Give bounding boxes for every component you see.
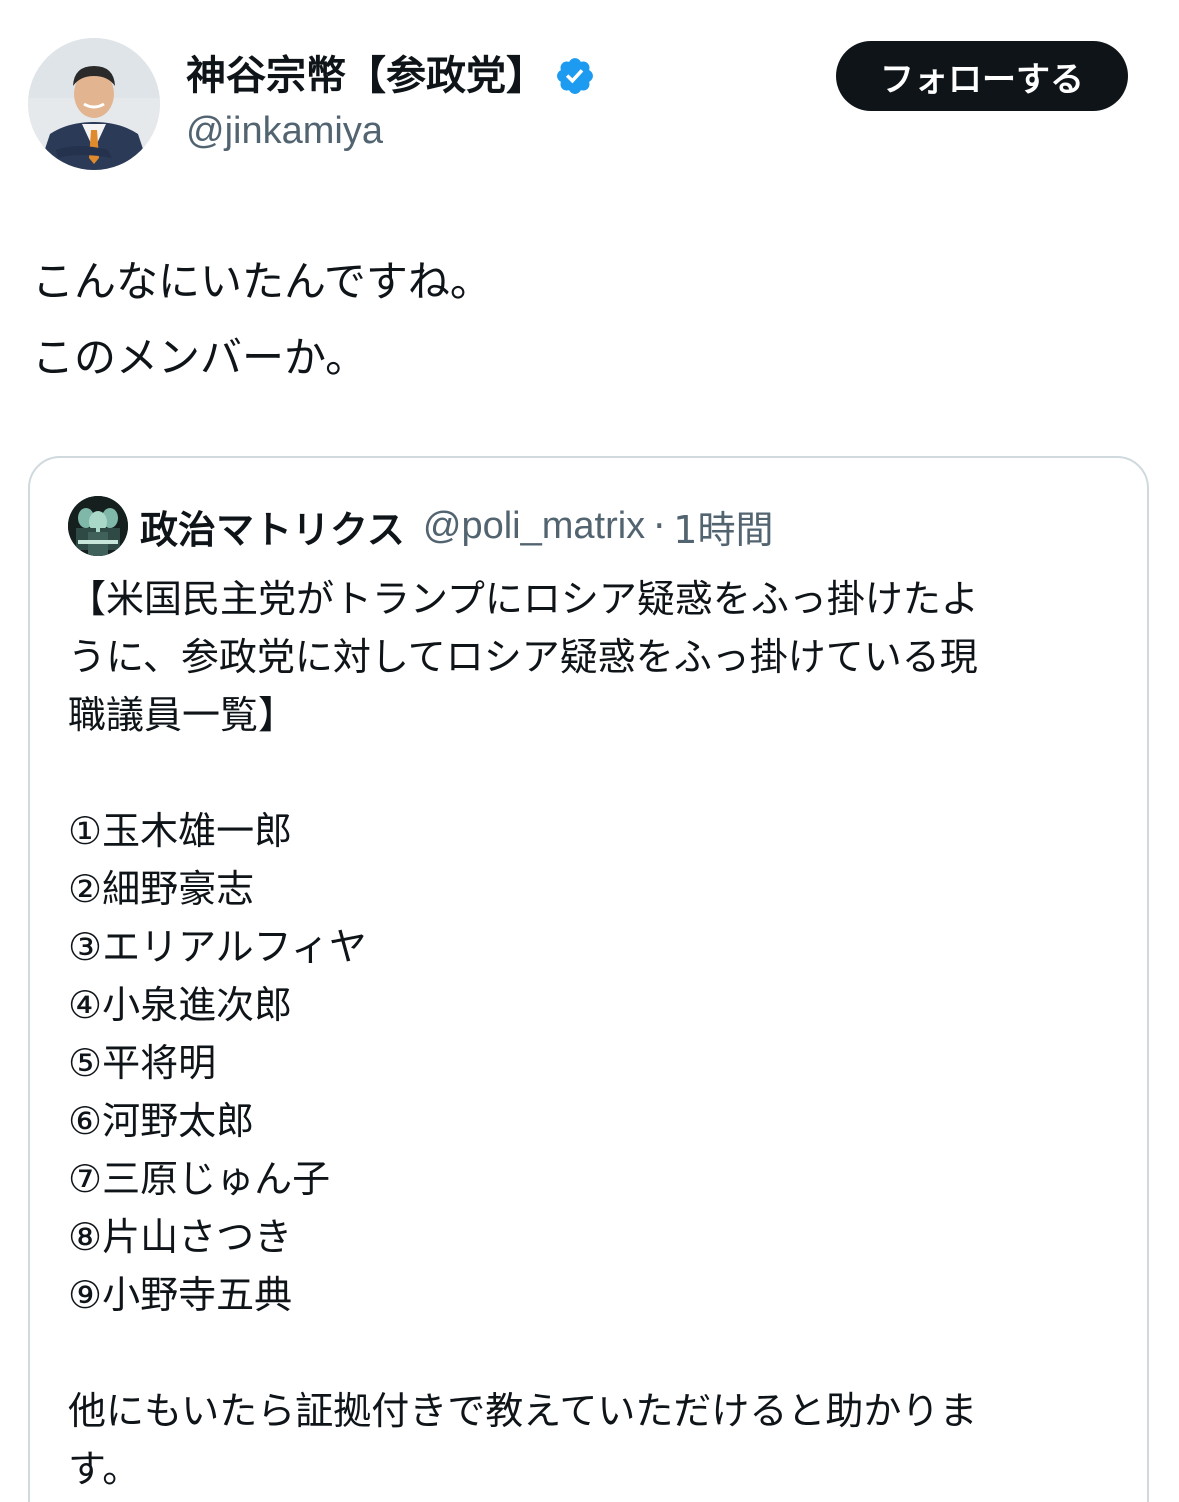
verified-badge-icon[interactable] (554, 55, 596, 97)
quote-author-handle[interactable]: @poli_matrix (423, 505, 645, 548)
member-list-item: ⑦三原じゅん子 (68, 1157, 331, 1201)
member-list-item: ⑥河野太郎 (68, 1099, 255, 1143)
member-list-item: ⑨小野寺五典 (68, 1273, 293, 1317)
member-list-item: ②細野豪志 (68, 867, 255, 911)
profile-photo-icon (28, 38, 160, 170)
quote-closing-line: す。 (68, 1447, 141, 1491)
tweet-text-line: このメンバーか。 (32, 333, 368, 382)
quote-heading-line: 【米国民主党がトランプにロシア疑惑をふっ掛けたよ (68, 577, 979, 621)
member-list-item: ⑤平将明 (68, 1041, 217, 1085)
quote-timestamp[interactable]: 1時間 (673, 499, 773, 554)
quoted-tweet-card[interactable]: 政治マトリクス @poli_matrix · 1時間 【米国民主党がトランプにロ… (28, 456, 1149, 1502)
matrix-avatar-icon (68, 496, 128, 556)
tweet-page: 神谷宗幣【参政党】 @jinkamiya フォローする こんなにいたんですね。 … (0, 0, 1179, 1502)
member-list-item: ⑧片山さつき (68, 1215, 293, 1259)
quote-closing-line: 他にもいたら証拠付きで教えていただけると助かりま (68, 1389, 978, 1433)
member-list-item: ①玉木雄一郎 (68, 809, 293, 853)
tweet-text: こんなにいたんですね。 このメンバーか。 (32, 244, 492, 396)
quote-body: 【米国民主党がトランプにロシア疑惑をふっ掛けたよ うに、参政党に対してロシア疑惑… (68, 570, 1098, 1498)
follow-button[interactable]: フォローする (836, 41, 1128, 111)
quote-author-name[interactable]: 政治マトリクス (140, 499, 405, 554)
member-list-item: ④小泉進次郎 (68, 983, 293, 1027)
separator-dot: · (653, 504, 666, 548)
member-list-item: ③エリアルフィヤ (68, 925, 367, 969)
author-name[interactable]: 神谷宗幣【参政党】 (186, 48, 546, 104)
tweet-text-line: こんなにいたんですね。 (32, 257, 492, 306)
quote-author-avatar[interactable] (68, 496, 128, 556)
author-name-row[interactable]: 神谷宗幣【参政党】 (186, 48, 596, 104)
quote-heading-line: 職議員一覧】 (68, 693, 297, 737)
author-avatar[interactable] (28, 38, 160, 170)
quote-heading-line: うに、参政党に対してロシア疑惑をふっ掛けている現 (68, 635, 978, 679)
author-handle[interactable]: @jinkamiya (186, 106, 383, 156)
quote-header: 政治マトリクス @poli_matrix · 1時間 (140, 496, 773, 556)
